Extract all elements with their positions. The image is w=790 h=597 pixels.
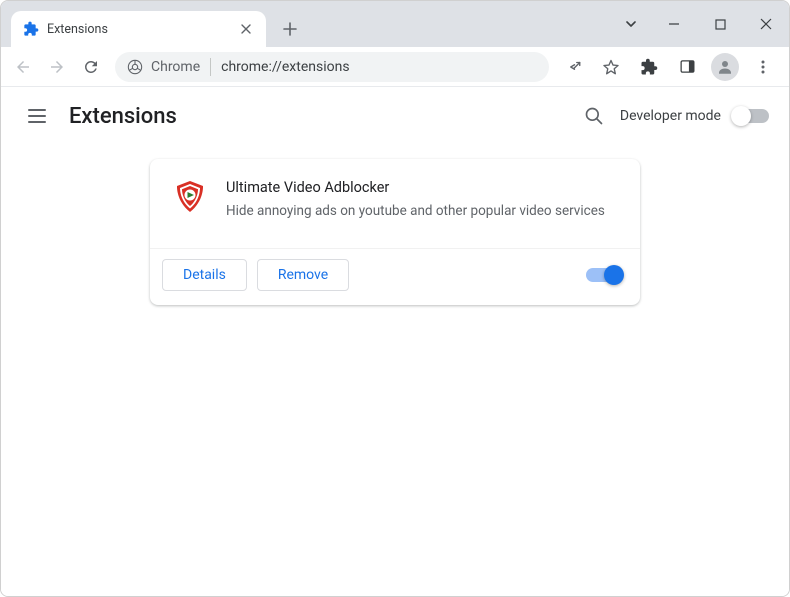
extension-text: Ultimate Video Adblocker Hide annoying a… bbox=[226, 179, 618, 222]
bookmark-icon[interactable] bbox=[595, 51, 627, 83]
back-button[interactable] bbox=[7, 51, 39, 83]
kebab-menu-icon[interactable] bbox=[747, 51, 779, 83]
sidepanel-icon[interactable] bbox=[671, 51, 703, 83]
content-area: Ultimate Video Adblocker Hide annoying a… bbox=[1, 145, 789, 596]
profile-button[interactable] bbox=[709, 51, 741, 83]
close-button[interactable] bbox=[743, 1, 789, 47]
developer-mode-toggle[interactable] bbox=[733, 109, 769, 123]
minimize-button[interactable] bbox=[651, 1, 697, 47]
extension-enable-toggle[interactable] bbox=[586, 268, 622, 282]
extension-name: Ultimate Video Adblocker bbox=[226, 179, 618, 196]
hamburger-icon[interactable] bbox=[17, 96, 57, 136]
toolbar-actions bbox=[557, 51, 783, 83]
details-button[interactable]: Details bbox=[162, 259, 247, 291]
address-bar: Chrome chrome://extensions bbox=[1, 47, 789, 87]
browser-window: Extensions bbox=[0, 0, 790, 597]
reload-button[interactable] bbox=[75, 51, 107, 83]
chevron-down-icon[interactable] bbox=[611, 1, 651, 47]
close-icon[interactable] bbox=[238, 21, 254, 37]
extension-shield-icon bbox=[172, 179, 208, 215]
page-title: Extensions bbox=[69, 104, 177, 129]
search-icon[interactable] bbox=[574, 96, 614, 136]
url-text: chrome://extensions bbox=[221, 59, 349, 75]
forward-button[interactable] bbox=[41, 51, 73, 83]
new-tab-button[interactable] bbox=[276, 15, 304, 43]
window-controls bbox=[611, 1, 789, 47]
chrome-icon bbox=[127, 59, 143, 75]
omnibox[interactable]: Chrome chrome://extensions bbox=[115, 52, 549, 82]
extension-card: Ultimate Video Adblocker Hide annoying a… bbox=[150, 159, 640, 305]
share-icon[interactable] bbox=[557, 51, 589, 83]
maximize-button[interactable] bbox=[697, 1, 743, 47]
extension-body: Ultimate Video Adblocker Hide annoying a… bbox=[150, 159, 640, 248]
scheme-chip: Chrome bbox=[127, 59, 200, 75]
extension-description: Hide annoying ads on youtube and other p… bbox=[226, 202, 618, 222]
extensions-icon[interactable] bbox=[633, 51, 665, 83]
tab-title: Extensions bbox=[47, 22, 230, 37]
scheme-label: Chrome bbox=[151, 59, 200, 75]
extension-footer: Details Remove bbox=[150, 248, 640, 305]
omnibox-divider bbox=[210, 58, 211, 76]
remove-button[interactable]: Remove bbox=[257, 259, 349, 291]
page-header: Extensions Developer mode bbox=[1, 87, 789, 145]
avatar-icon bbox=[711, 53, 739, 81]
developer-mode-label: Developer mode bbox=[620, 108, 721, 124]
browser-tab[interactable]: Extensions bbox=[11, 11, 266, 47]
puzzle-icon bbox=[23, 21, 39, 37]
titlebar: Extensions bbox=[1, 1, 789, 47]
